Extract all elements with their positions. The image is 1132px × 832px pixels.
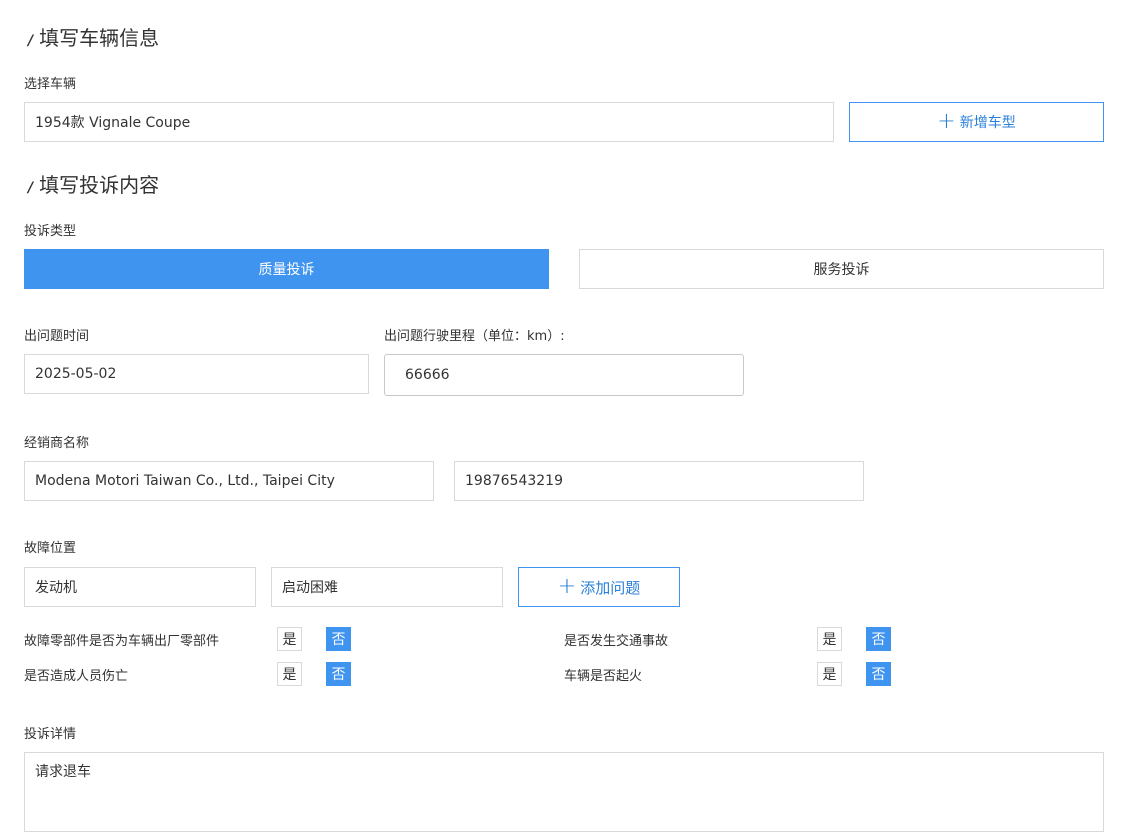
fault-label: 故障位置: [24, 541, 77, 556]
mileage-value: 66666: [405, 367, 450, 383]
dealer-name-value: Modena Motori Taiwan Co., Ltd., Taipei C…: [35, 473, 335, 489]
question-casualties-yes[interactable]: 是: [277, 662, 302, 686]
question-traffic-accident: 是否发生交通事故: [564, 634, 669, 649]
dealer-phone-input[interactable]: 19876543219: [454, 461, 864, 501]
problem-time-input[interactable]: 2025-05-02: [24, 354, 369, 394]
question-traffic-accident-no[interactable]: 否: [866, 627, 891, 651]
add-vehicle-label: 新增车型: [959, 115, 1016, 131]
question-vehicle-fire-yes[interactable]: 是: [817, 662, 842, 686]
details-textarea[interactable]: 请求退车: [24, 752, 1104, 832]
add-vehicle-button[interactable]: + 新增车型: [849, 102, 1104, 142]
vehicle-select-value: 1954款 Vignale Coupe: [35, 115, 191, 131]
complaint-type-label: 投诉类型: [24, 224, 77, 239]
question-casualties-no[interactable]: 否: [326, 662, 351, 686]
details-label: 投诉详情: [24, 727, 77, 742]
add-problem-button[interactable]: + 添加问题: [518, 567, 680, 607]
question-original-part: 故障零部件是否为车辆出厂零部件: [24, 634, 220, 649]
fault-location-select[interactable]: 发动机: [24, 567, 256, 607]
problem-time-value: 2025-05-02: [35, 366, 117, 382]
dealer-phone-value: 19876543219: [465, 473, 563, 489]
problem-time-label: 出问题时间: [24, 329, 90, 344]
question-casualties: 是否造成人员伤亡: [24, 669, 129, 684]
fault-problem-value: 启动困难: [282, 580, 338, 596]
vehicle-select[interactable]: 1954款 Vignale Coupe: [24, 102, 834, 142]
complaint-type-service-label: 服务投诉: [813, 262, 870, 278]
details-value: 请求退车: [35, 764, 91, 780]
fault-problem-select[interactable]: 启动困难: [271, 567, 503, 607]
mileage-input[interactable]: 66666: [384, 354, 744, 396]
section-mark: /: [28, 180, 34, 196]
section-title-vehicle: / 填写车辆信息: [28, 22, 159, 51]
section-title-vehicle-text: 填写车辆信息: [39, 26, 160, 50]
dealer-name-input[interactable]: Modena Motori Taiwan Co., Ltd., Taipei C…: [24, 461, 434, 501]
plus-icon: +: [557, 574, 577, 599]
plus-icon: +: [937, 109, 956, 134]
question-vehicle-fire-no[interactable]: 否: [866, 662, 891, 686]
mileage-label: 出问题行驶里程（单位：km）:: [384, 329, 565, 344]
complaint-type-quality[interactable]: 质量投诉: [24, 249, 549, 289]
fault-location-value: 发动机: [35, 580, 77, 596]
question-original-part-yes[interactable]: 是: [277, 627, 302, 651]
dealer-label: 经销商名称: [24, 436, 90, 451]
section-title-complaint-text: 填写投诉内容: [39, 173, 160, 197]
section-mark: /: [28, 33, 34, 49]
complaint-type-service[interactable]: 服务投诉: [579, 249, 1104, 289]
add-problem-label: 添加问题: [580, 578, 641, 597]
question-traffic-accident-yes[interactable]: 是: [817, 627, 842, 651]
section-title-complaint: / 填写投诉内容: [28, 169, 159, 198]
vehicle-label: 选择车辆: [24, 77, 77, 92]
question-vehicle-fire: 车辆是否起火: [564, 669, 643, 684]
complaint-type-quality-label: 质量投诉: [258, 262, 315, 278]
question-original-part-no[interactable]: 否: [326, 627, 351, 651]
